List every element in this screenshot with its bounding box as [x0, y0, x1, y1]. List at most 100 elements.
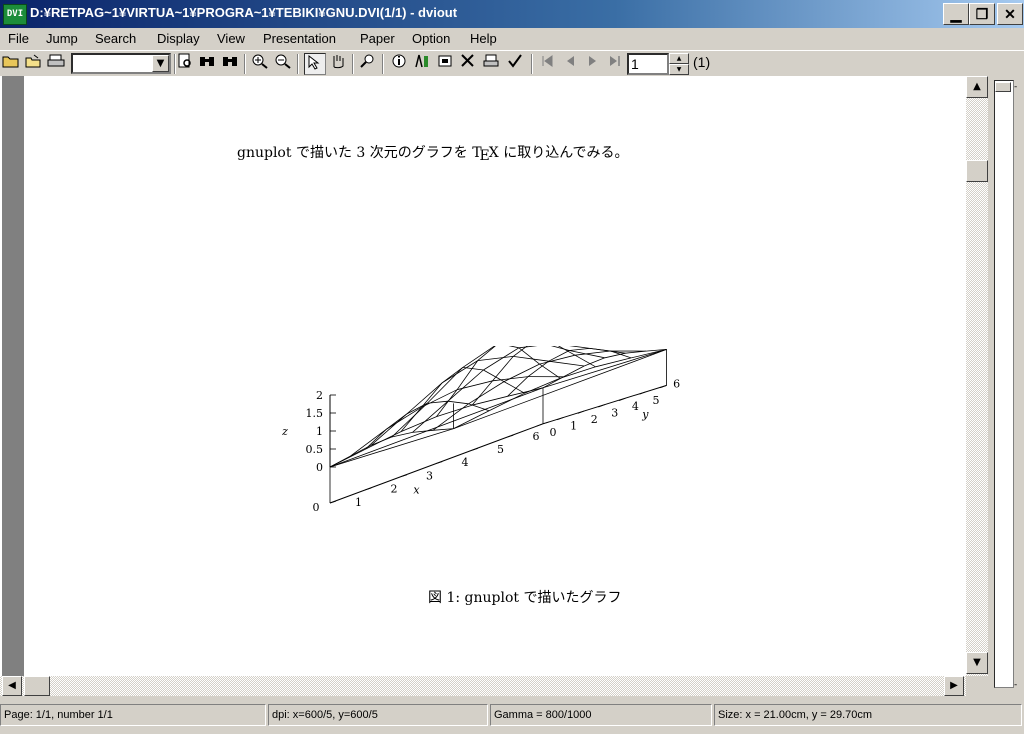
spin-down-icon[interactable]: ▼ [669, 64, 689, 75]
menu-help[interactable]: Help [470, 31, 497, 46]
body-text-line: gnuplot で描いた 3 次元のグラフを TEX に取り込んでみる。 [237, 142, 629, 164]
toolbar-separator [297, 54, 299, 74]
title-bar[interactable]: DVI D:¥RETPAG~1¥VIRTUA~1¥PROGRA~1¥TEBIKI… [0, 0, 1024, 28]
find-binoculars-icon[interactable] [197, 53, 217, 73]
last-page-icon[interactable] [605, 53, 625, 73]
scroll-down-icon[interactable]: ▼ [966, 652, 988, 674]
tex-logo-x: X [488, 145, 499, 161]
print-icon[interactable] [46, 53, 66, 73]
z-tick-label: 0.5 [306, 443, 324, 456]
surface-mesh-line [406, 382, 443, 415]
z-tick-label: 1.5 [306, 407, 324, 420]
printer-setup-icon[interactable] [481, 53, 501, 73]
status-gamma: Gamma = 800/1000 [490, 704, 712, 726]
surface-mesh-line [453, 410, 490, 429]
z-tick-label: 0 [316, 461, 323, 474]
menu-file[interactable]: File [8, 31, 29, 46]
restore-button[interactable]: ❐ [969, 3, 995, 25]
tex-logo-e: E [479, 148, 490, 164]
document-view[interactable]: gnuplot で描いた 3 次元のグラフを TEX に取り込んでみる。 0 0.… [24, 76, 966, 676]
surface-mesh-line [412, 429, 434, 433]
surface-mesh-line [447, 400, 469, 405]
scroll-right-icon[interactable]: ▶ [944, 676, 964, 696]
surface-mesh-line [350, 429, 387, 457]
horizontal-scrollbar[interactable]: ◀ ▶ [0, 676, 966, 696]
surface-mesh-line [421, 389, 458, 408]
info-icon[interactable] [389, 53, 409, 73]
vertical-scrollbar[interactable]: ▲ ▼ [966, 76, 988, 676]
surface-mesh-line [518, 346, 538, 349]
spin-up-icon[interactable]: ▲ [669, 53, 689, 64]
page-total: (1) [693, 54, 711, 70]
y-tick-label: 4 [632, 400, 639, 413]
previous-page-icon[interactable] [560, 53, 580, 73]
surface-mesh-line [329, 448, 366, 468]
find-next-binoculars-icon[interactable] [220, 53, 240, 73]
status-dpi: dpi: x=600/5, y=600/5 [268, 704, 488, 726]
zoom-out-icon[interactable] [273, 53, 293, 73]
font-info-icon[interactable] [412, 53, 432, 73]
page-slider-panel: - - [990, 76, 1024, 696]
surface-mesh-line [550, 346, 570, 351]
y-tick-mark [536, 423, 544, 427]
document-combo[interactable]: ▼ [71, 53, 171, 74]
surface-mesh-line [492, 356, 514, 382]
body-text-after: に取り込んでみる。 [498, 145, 629, 161]
y-tick-label: 5 [653, 394, 660, 407]
menu-search[interactable]: Search [95, 31, 136, 46]
page-slider-thumb[interactable] [995, 82, 1011, 92]
menu-view[interactable]: View [217, 31, 245, 46]
figure-caption: 図 1: gnuplot で描いたグラフ [428, 590, 622, 606]
menu-option[interactable]: Option [412, 31, 450, 46]
toolbar: ▼ 1 ▲ ▼ (1) [0, 50, 1024, 77]
menu-jump[interactable]: Jump [46, 31, 78, 46]
close-button[interactable]: ✕ [997, 3, 1023, 25]
base-back-left-edge [329, 428, 454, 468]
scroll-up-icon[interactable]: ▲ [966, 76, 988, 98]
page-spinner[interactable]: ▲ ▼ [669, 53, 689, 75]
surface-mesh-line [468, 381, 505, 405]
vertical-scroll-thumb[interactable] [966, 160, 988, 182]
surface-mesh-line [507, 387, 544, 397]
z-axis-label: z [281, 425, 288, 438]
z-tick-label: 1 [316, 425, 323, 438]
reload-icon[interactable] [23, 53, 43, 73]
left-gutter [0, 76, 24, 676]
menu-paper[interactable]: Paper [360, 31, 395, 46]
status-size: Size: x = 21.00cm, y = 29.70cm [714, 704, 1022, 726]
surface-mesh-line [569, 348, 590, 351]
checkmark-icon[interactable] [505, 53, 525, 73]
page-number-input[interactable]: 1 [627, 53, 669, 75]
select-pointer-icon[interactable] [304, 53, 326, 75]
next-page-icon[interactable] [583, 53, 603, 73]
menu-display[interactable]: Display [157, 31, 200, 46]
zoom-in-icon[interactable] [250, 53, 270, 73]
page-slider-track[interactable] [994, 80, 1014, 688]
window-title: D:¥RETPAG~1¥VIRTUA~1¥PROGRA~1¥TEBIKI¥GNU… [30, 5, 458, 20]
toolbar-separator [352, 54, 354, 74]
y-tick-label: 1 [570, 419, 577, 432]
surface-mesh-line [400, 406, 422, 432]
dviout-window: DVI D:¥RETPAG~1¥VIRTUA~1¥PROGRA~1¥TEBIKI… [0, 0, 1024, 734]
toolbar-separator [244, 54, 246, 74]
surface-mesh-line [559, 366, 596, 379]
x-tick-label: 5 [497, 443, 504, 456]
first-page-icon[interactable] [537, 53, 557, 73]
page-slider-bottom-tick: - [1014, 680, 1018, 690]
chevron-down-icon[interactable]: ▼ [152, 55, 169, 72]
hand-tool-icon[interactable] [328, 53, 348, 73]
thumbnail-icon[interactable] [435, 53, 455, 73]
open-folder-icon[interactable] [1, 53, 21, 73]
horizontal-scroll-thumb[interactable] [24, 676, 50, 696]
status-bar: Page: 1/1, number 1/1 dpi: x=600/5, y=60… [0, 700, 1024, 734]
status-page: Page: 1/1, number 1/1 [0, 704, 266, 726]
loupe-icon[interactable] [358, 53, 378, 73]
scroll-left-icon[interactable]: ◀ [2, 676, 22, 696]
preview-icon[interactable] [175, 53, 195, 73]
surface-mesh-line [569, 350, 605, 359]
menu-presentation[interactable]: Presentation [263, 31, 336, 46]
minimize-button[interactable]: ▁ [943, 3, 969, 25]
tools-icon[interactable] [458, 53, 478, 73]
z-tick-label: 2 [316, 389, 323, 402]
dvi-app-icon[interactable]: DVI [3, 4, 27, 25]
